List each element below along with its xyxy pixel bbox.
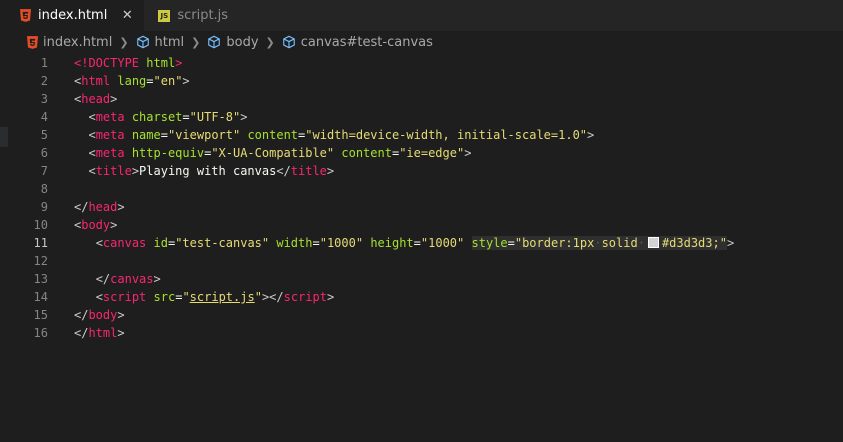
- code-line: 15 </body>: [0, 306, 843, 324]
- code-line: 13 </canvas>: [0, 270, 843, 288]
- current-line-marker: [0, 127, 8, 147]
- line-number: 9: [40, 200, 48, 214]
- tab-bar: index.html ✕ JS script.js: [0, 0, 843, 31]
- code-line: 9 </head>: [0, 198, 843, 216]
- line-number: 15: [33, 308, 48, 322]
- code-line: 16 </html>: [0, 324, 843, 342]
- code-line: 4 <meta charset="UTF-8">: [0, 108, 843, 126]
- line-number: 1: [40, 56, 48, 70]
- code-line: 14 <script src="script.js"></script>: [0, 288, 843, 306]
- breadcrumb-label: body: [226, 34, 259, 50]
- breadcrumb-item-file[interactable]: index.html: [27, 35, 112, 50]
- breadcrumb-item-body[interactable]: body: [207, 34, 259, 50]
- code-line-current: 11 <canvas id="test-canvas" width="1000"…: [0, 234, 843, 252]
- code-line: 6 <meta http-equiv="X-UA-Compatible" con…: [0, 144, 843, 162]
- code-text: <title>Playing with canvas</title>: [88, 164, 335, 178]
- line-number: 11: [33, 236, 48, 250]
- color-swatch[interactable]: [647, 237, 659, 248]
- code-text: <script src="script.js"></script>: [95, 290, 335, 304]
- tab-index-html[interactable]: index.html ✕: [0, 0, 145, 31]
- tab-label: script.js: [177, 8, 229, 23]
- line-number: 7: [40, 164, 48, 178]
- html5-icon: [27, 35, 38, 49]
- code-line: 12: [0, 252, 843, 270]
- chevron-right-icon: ❯: [265, 35, 275, 49]
- code-line: 8: [0, 180, 843, 198]
- code-text: </head>: [74, 200, 125, 214]
- code-line: 2 <html lang="en">: [0, 72, 843, 90]
- line-number: 8: [40, 182, 48, 196]
- line-number: 4: [40, 110, 48, 124]
- breadcrumb-label: index.html: [43, 34, 113, 50]
- cube-icon: [208, 35, 221, 49]
- line-number: 2: [40, 74, 48, 88]
- code-text: <body>: [74, 218, 118, 232]
- code-line: 1 <!DOCTYPE html>: [0, 54, 843, 72]
- breadcrumb-item-html[interactable]: html: [136, 34, 185, 50]
- tab-label: index.html: [38, 8, 108, 23]
- code-editor[interactable]: 1 <!DOCTYPE html> 2 <html lang="en"> 3 <…: [0, 53, 843, 342]
- chevron-right-icon: ❯: [119, 35, 129, 49]
- line-number: 10: [33, 218, 48, 232]
- breadcrumb-item-canvas[interactable]: canvas#test-canvas: [282, 35, 433, 50]
- close-icon[interactable]: ✕: [120, 8, 134, 23]
- chevron-right-icon: ❯: [191, 35, 201, 49]
- code-line: 7 <title>Playing with canvas</title>: [0, 162, 843, 180]
- code-text: </body>: [74, 308, 125, 322]
- line-number: 13: [33, 272, 48, 286]
- js-icon: JS: [158, 9, 171, 22]
- breadcrumb-label: canvas#test-canvas: [300, 34, 433, 50]
- code-line: 5 <meta name="viewport" content="width=d…: [0, 126, 843, 144]
- line-number: 12: [33, 254, 48, 268]
- code-text: <canvas id="test-canvas" width="1000" he…: [95, 236, 735, 250]
- cube-icon: [136, 35, 149, 49]
- tab-script-js[interactable]: JS script.js: [144, 0, 240, 31]
- code-text: <meta name="viewport" content="width=dev…: [88, 128, 595, 142]
- code-text: </html>: [74, 326, 125, 340]
- line-number: 14: [33, 290, 48, 304]
- code-text: <meta charset="UTF-8">: [88, 110, 248, 124]
- code-text: <html lang="en">: [74, 74, 190, 88]
- cube-icon: [282, 35, 295, 49]
- line-number: 16: [33, 326, 48, 340]
- breadcrumb: index.html ❯ html ❯ body ❯ canvas#test-c…: [0, 31, 843, 53]
- code-line: 3 <head>: [0, 90, 843, 108]
- code-text: <head>: [74, 92, 118, 106]
- code-text: </canvas>: [95, 272, 161, 286]
- line-number: 3: [40, 92, 48, 106]
- html5-icon: [20, 9, 31, 22]
- code-text: <!DOCTYPE html>: [74, 56, 183, 70]
- script-src-link[interactable]: script.js: [190, 290, 255, 304]
- code-line: 10 <body>: [0, 216, 843, 234]
- code-text: <meta http-equiv="X-UA-Compatible" conte…: [88, 146, 472, 160]
- breadcrumb-label: html: [154, 34, 185, 50]
